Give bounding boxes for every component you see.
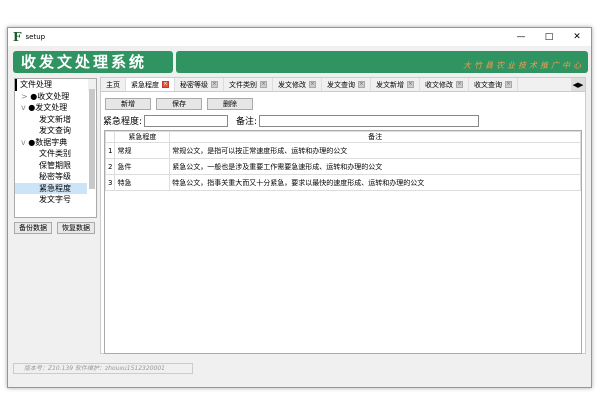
tree-item[interactable]: v ●发文处理 bbox=[15, 102, 96, 114]
tab-close-icon[interactable]: × bbox=[211, 81, 218, 88]
tree-item[interactable]: v ●数据字典 bbox=[15, 137, 96, 149]
tree-item[interactable]: 文件处理 bbox=[15, 79, 96, 91]
row-number: 3 bbox=[104, 174, 116, 191]
row-number: 1 bbox=[104, 142, 116, 159]
table-row[interactable]: 2 急件 紧急公文，一般也是涉及重要工作需要急速形成、运转和办理的公文 bbox=[104, 158, 581, 175]
tab-label: 秘密等级 bbox=[180, 80, 208, 89]
tab[interactable]: 秘密等级 × bbox=[175, 78, 224, 91]
tab-close-icon[interactable]: × bbox=[358, 81, 365, 88]
tab[interactable]: 收文修改 × bbox=[420, 78, 469, 91]
add-button[interactable]: 新增 bbox=[105, 98, 151, 110]
tab-label: 发文查询 bbox=[327, 80, 355, 89]
tab-label: 发文新增 bbox=[376, 80, 404, 89]
column-header-note[interactable]: 备注 bbox=[169, 131, 581, 143]
tab-close-icon[interactable]: × bbox=[309, 81, 316, 88]
main-panel: 主页 紧急程度 × 秘密等级 × 文件类别 × 发文修改 × 发文查询 × 发文新增 × 收文修改 × 收文查… bbox=[100, 77, 586, 354]
tree-item[interactable]: 文件类别 bbox=[15, 148, 96, 160]
tree-item[interactable]: 保管期限 bbox=[15, 160, 96, 172]
tree-item-label: ●收文处理 bbox=[30, 91, 70, 101]
restore-button[interactable]: 恢复数据 bbox=[57, 222, 95, 234]
minimize-button[interactable]: — bbox=[507, 28, 535, 46]
level-cell: 常规 bbox=[114, 142, 171, 159]
table-row[interactable]: 1 常规 常规公文，是指可以按正常速度形成、运转和办理的公文 bbox=[104, 142, 581, 159]
tab-close-icon[interactable]: × bbox=[456, 81, 463, 88]
status-bar: 版本号：Z10.139 软件维护：zhouxu1512320001 bbox=[13, 363, 193, 374]
org-banner: 大竹县农业技术推广中心 bbox=[176, 51, 588, 73]
tab[interactable]: 文件类别 × bbox=[224, 78, 273, 91]
level-cell: 急件 bbox=[114, 158, 171, 175]
tab-label: 收文修改 bbox=[425, 80, 453, 89]
column-header-level[interactable]: 紧急程度 bbox=[114, 131, 171, 143]
org-name: 大竹县农业技术推广中心 bbox=[463, 61, 584, 70]
tree-item-label: 秘密等级 bbox=[39, 172, 71, 181]
expand-icon[interactable]: > bbox=[21, 92, 30, 101]
tab-label: 发文修改 bbox=[278, 80, 306, 89]
tab-scroll-arrows[interactable]: ◀▶ bbox=[571, 78, 585, 91]
delete-button[interactable]: 删除 bbox=[207, 98, 253, 110]
row-number: 2 bbox=[104, 158, 116, 175]
tab-close-icon[interactable]: × bbox=[407, 81, 414, 88]
nav-tree: 文件处理 > ●收文处理 v ●发文处理 发文新增发文查询 v ●数据字典 文件类别保管期… bbox=[14, 78, 97, 218]
tab-label: 文件类别 bbox=[229, 80, 257, 89]
tree-item[interactable]: 发文查询 bbox=[15, 125, 96, 137]
level-input[interactable] bbox=[144, 114, 229, 127]
window-title: setup bbox=[25, 33, 46, 41]
save-button[interactable]: 保存 bbox=[156, 98, 202, 110]
title-bar: F setup — □ ✕ bbox=[8, 28, 591, 46]
tab[interactable]: 发文查询 × bbox=[322, 78, 371, 91]
tab[interactable]: 紧急程度 × bbox=[126, 78, 175, 91]
tree-item[interactable]: 紧急程度 bbox=[15, 182, 87, 194]
app-logo: F bbox=[13, 30, 22, 44]
close-button[interactable]: ✕ bbox=[563, 28, 591, 46]
note-label: 备注: bbox=[236, 117, 258, 127]
tree-item-label: 文件处理 bbox=[20, 80, 52, 89]
note-cell: 常规公文，是指可以按正常速度形成、运转和办理的公文 bbox=[169, 142, 581, 159]
tab-close-icon[interactable]: × bbox=[505, 81, 512, 88]
level-label: 紧急程度: bbox=[103, 117, 143, 127]
tree-scrollbar[interactable] bbox=[88, 79, 96, 189]
note-input[interactable] bbox=[259, 114, 480, 127]
tab-bar: 主页 紧急程度 × 秘密等级 × 文件类别 × 发文修改 × 发文查询 × 发文新增 × 收文修改 × 收文查… bbox=[101, 78, 585, 92]
tree-item-label: 发文查询 bbox=[39, 126, 71, 135]
tree-item[interactable]: > ●收文处理 bbox=[15, 91, 96, 103]
tree-item-label: 发文新增 bbox=[39, 114, 71, 124]
tab-close-icon[interactable]: × bbox=[162, 81, 169, 88]
note-cell: 特急公文，指事关重大而又十分紧急，要求以最快的速度形成、运转和办理的公文 bbox=[169, 174, 581, 191]
tab-close-icon[interactable]: × bbox=[260, 81, 267, 88]
data-grid: 紧急程度 备注 1 常规 常规公文，是指可以按正常速度形成、运转和办理的公文 2 急件 紧急公… bbox=[104, 130, 582, 354]
tree-item-label: 保管期限 bbox=[39, 160, 71, 170]
tree-item[interactable]: 发文字号 bbox=[15, 194, 96, 206]
tab[interactable]: 主页 bbox=[101, 78, 126, 91]
tree-item-label: ●发文处理 bbox=[28, 103, 68, 112]
maximize-button[interactable]: □ bbox=[535, 28, 563, 46]
tree-item-label: 文件类别 bbox=[39, 149, 71, 158]
tree-item-label: 发文字号 bbox=[39, 195, 71, 204]
tab[interactable]: 发文新增 × bbox=[371, 78, 420, 91]
app-window: F setup — □ ✕ 收发文处理系统 大竹县农业技术推广中心 文件处理 > … bbox=[7, 27, 592, 388]
tab[interactable]: 收文查询 × bbox=[469, 78, 518, 91]
tab-label: 紧急程度 bbox=[131, 80, 159, 89]
table-row[interactable]: 3 特急 特急公文，指事关重大而又十分紧急，要求以最快的速度形成、运转和办理的公文 bbox=[104, 174, 581, 191]
tree-item-label: ●数据字典 bbox=[28, 137, 68, 147]
tab[interactable]: 发文修改 × bbox=[273, 78, 322, 91]
tree-item[interactable]: 发文新增 bbox=[15, 114, 96, 126]
backup-button[interactable]: 备份数据 bbox=[14, 222, 52, 234]
tree-item[interactable]: 秘密等级 bbox=[15, 171, 96, 183]
tab-label: 收文查询 bbox=[474, 80, 502, 89]
tab-label: 主页 bbox=[106, 80, 120, 89]
note-cell: 紧急公文，一般也是涉及重要工作需要急速形成、运转和办理的公文 bbox=[169, 158, 581, 175]
tree-item-label: 紧急程度 bbox=[39, 183, 71, 193]
level-cell: 特急 bbox=[114, 174, 171, 191]
system-title-banner: 收发文处理系统 bbox=[13, 51, 173, 73]
